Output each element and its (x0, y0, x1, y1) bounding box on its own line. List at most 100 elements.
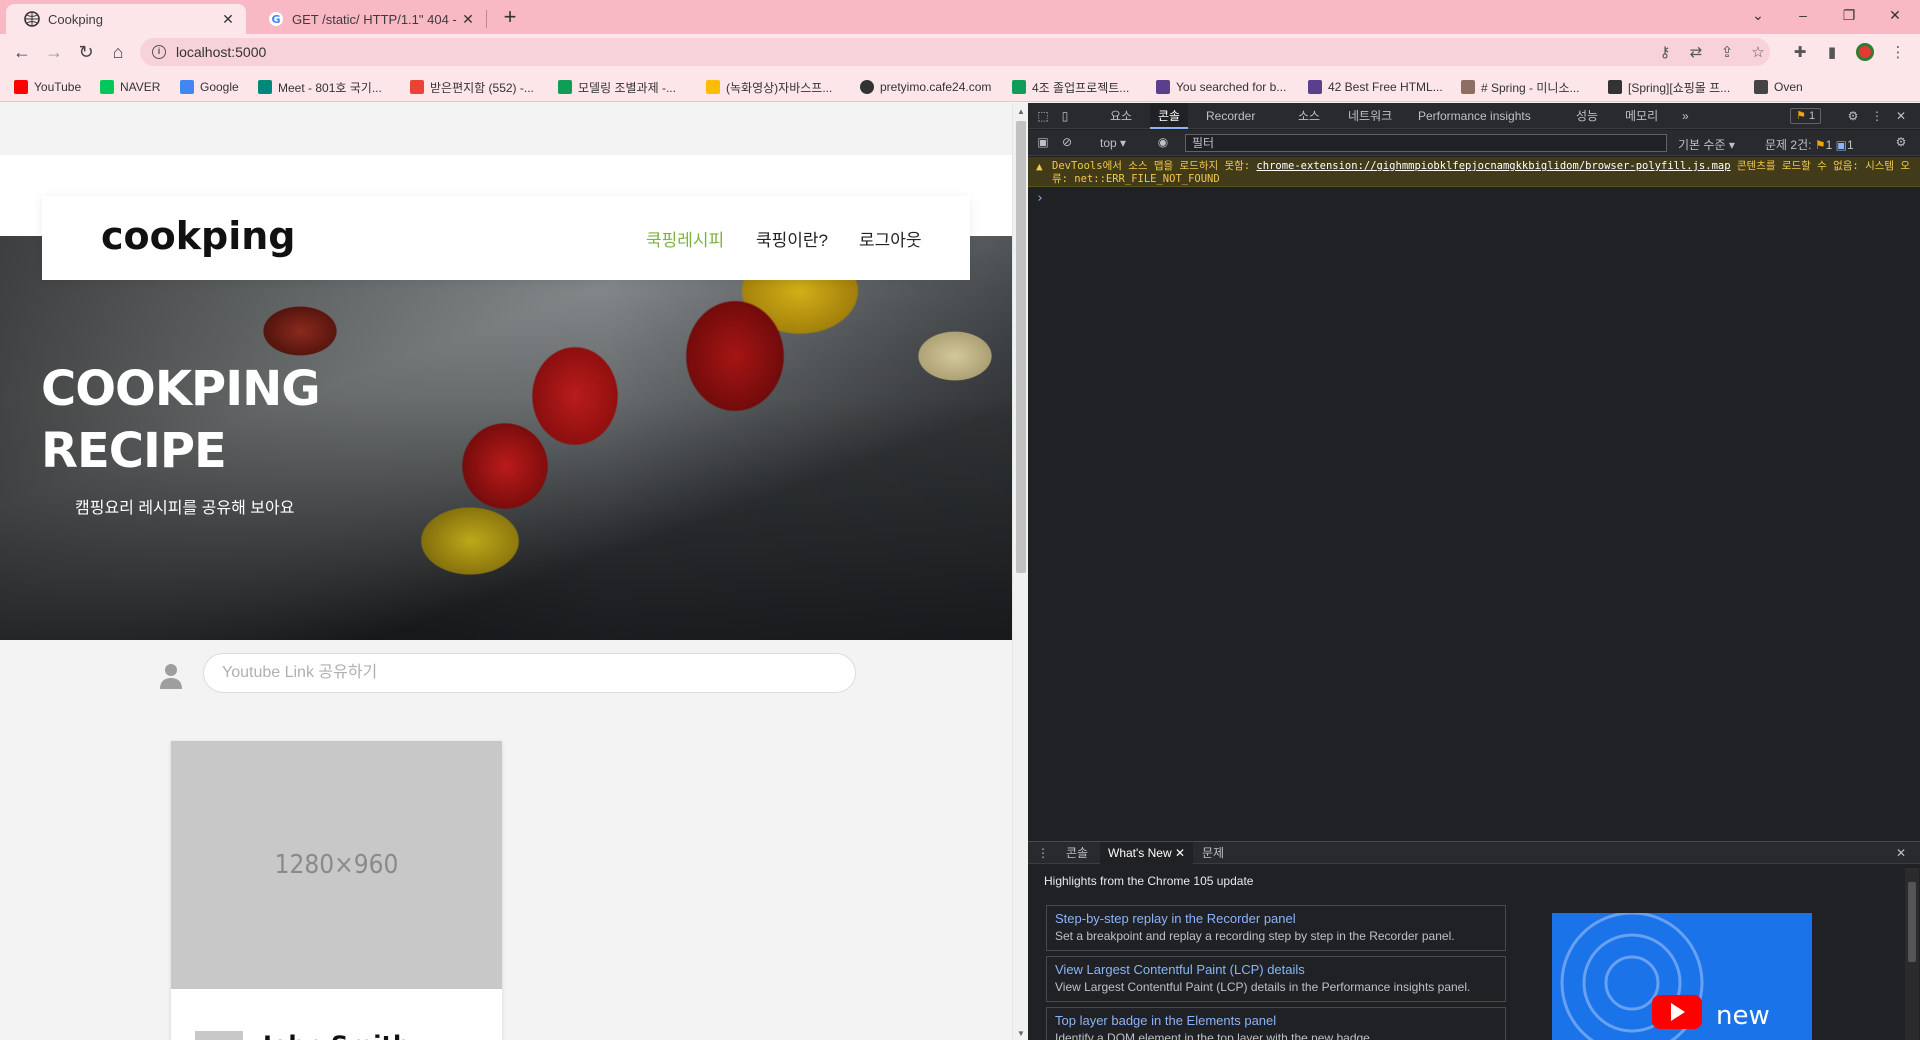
whats-new-video-thumbnail[interactable]: new (1552, 913, 1812, 1040)
console-warning-message: ▲ DevTools에서 소스 맵을 로드하지 못함: chrome-exten… (1028, 157, 1920, 187)
console-prompt[interactable]: › (1036, 191, 1044, 206)
recipe-card[interactable]: 1280×960 John Smith (171, 741, 502, 1040)
feature-title[interactable]: View Largest Contentful Paint (LCP) deta… (1055, 962, 1497, 977)
close-tab-icon[interactable]: ✕ (1175, 846, 1185, 860)
devtools-tab-network[interactable]: 네트워크 (1348, 103, 1392, 129)
translate-icon[interactable]: ⇄ (1686, 42, 1706, 62)
page-scrollbar[interactable]: ▲ ▼ (1012, 103, 1028, 1040)
feature-card[interactable]: Top layer badge in the Elements panel Id… (1046, 1007, 1506, 1040)
tab-title: GET /static/ HTTP/1.1" 404 - Go (292, 11, 460, 27)
source-map-link[interactable]: chrome-extension://gighmmpiobklfepjocnam… (1256, 160, 1730, 172)
window-close-icon[interactable]: ✕ (1872, 0, 1918, 30)
youtube-link-input[interactable] (203, 653, 856, 693)
scroll-down-arrow-icon[interactable]: ▼ (1017, 1029, 1025, 1038)
address-bar[interactable]: i localhost:5000 (140, 38, 1770, 66)
devtools-tab-elements[interactable]: 요소 (1110, 103, 1132, 129)
bookmark-gmail[interactable]: 받은편지함 (552) -... (410, 78, 534, 96)
image-size-placeholder: 1280×960 (274, 850, 399, 880)
nav-about-cookping[interactable]: 쿡핑이란? (756, 226, 828, 251)
drawer-tab-console[interactable]: 콘솔 (1066, 842, 1088, 864)
bookmark-pretyimo[interactable]: pretyimo.cafe24.com (860, 78, 991, 96)
console-filter-input[interactable]: 필터 (1185, 134, 1667, 152)
warning-text-prefix: DevTools에서 소스 맵을 로드하지 못함: (1052, 160, 1257, 172)
key-icon[interactable]: ⚷ (1655, 42, 1675, 62)
issues-badge[interactable]: ⚑ 1 (1790, 108, 1822, 124)
tab-search-chevron-icon[interactable]: ⌄ (1735, 0, 1781, 30)
devtools-tab-recorder[interactable]: Recorder (1206, 103, 1255, 129)
device-toolbar-icon[interactable]: ▯ (1058, 109, 1072, 123)
bookmark-sheets[interactable]: 모델링 조별과제 -... (558, 78, 676, 96)
naver-icon (100, 80, 114, 94)
issues-counter-label: 문제 2건: (1765, 138, 1812, 152)
log-level-selector-value: 기본 수준 (1678, 138, 1726, 152)
side-panel-icon[interactable]: ▮ (1822, 42, 1842, 62)
menu-kebab-icon[interactable]: ⋮ (1888, 42, 1908, 62)
bookmark-search[interactable]: You searched for b... (1156, 78, 1286, 96)
drawer-scrollbar-thumb[interactable] (1908, 882, 1916, 962)
restore-icon[interactable]: ❐ (1826, 0, 1872, 30)
inspect-element-icon[interactable]: ⬚ (1036, 109, 1050, 123)
page-scrollbar-thumb[interactable] (1016, 121, 1026, 573)
scroll-up-arrow-icon[interactable]: ▲ (1017, 107, 1025, 116)
info-message-icon: ▣ (1835, 138, 1847, 152)
bookmark-star-icon[interactable]: ☆ (1748, 42, 1768, 62)
forward-arrow-icon[interactable]: → (40, 38, 68, 66)
more-tabs-chevron-icon[interactable]: » (1682, 103, 1689, 129)
bookmark-shop[interactable]: [Spring][쇼핑몰 프... (1608, 78, 1730, 96)
sidebar-toggle-icon[interactable]: ▣ (1036, 135, 1050, 149)
browser-tab-cookping[interactable]: Cookping ✕ (6, 4, 246, 34)
site-icon (1461, 80, 1475, 94)
drive-icon (706, 80, 720, 94)
devtools-tab-performance-insights[interactable]: Performance insights (1418, 103, 1531, 129)
bookmark-youtube[interactable]: YouTube (14, 78, 81, 96)
drawer-tab-issues[interactable]: 문제 (1202, 842, 1224, 864)
feature-title[interactable]: Step-by-step replay in the Recorder pane… (1055, 911, 1497, 926)
devtools-tab-memory[interactable]: 메모리 (1625, 103, 1658, 129)
log-level-selector[interactable]: 기본 수준 ▾ (1678, 136, 1735, 153)
back-arrow-icon[interactable]: ← (8, 38, 36, 66)
site-icon (1308, 80, 1322, 94)
bookmark-drive[interactable]: (녹화영상)자바스프... (706, 78, 832, 96)
extensions-puzzle-icon[interactable]: ✚ (1790, 42, 1810, 62)
bookmark-project[interactable]: 4조 졸업프로젝트... (1012, 78, 1129, 96)
browser-tab-go[interactable]: G GET /static/ HTTP/1.1" 404 - Go ✕ (250, 4, 486, 34)
live-expression-eye-icon[interactable]: ◉ (1156, 135, 1170, 149)
feature-card[interactable]: View Largest Contentful Paint (LCP) deta… (1046, 956, 1506, 1002)
bookmark-html[interactable]: 42 Best Free HTML... (1308, 78, 1443, 96)
devtools-tab-performance[interactable]: 성능 (1576, 103, 1598, 129)
bookmark-oven[interactable]: Oven (1754, 78, 1803, 96)
bookmark-meet[interactable]: Meet - 801호 국기... (258, 78, 382, 96)
profile-avatar-icon[interactable] (1855, 42, 1875, 62)
context-selector[interactable]: top ▾ (1100, 136, 1126, 150)
devtools-tab-sources[interactable]: 소스 (1298, 103, 1320, 129)
drawer-scrollbar[interactable] (1905, 868, 1919, 1040)
settings-gear-icon[interactable]: ⚙ (1846, 109, 1860, 123)
feature-desc: View Largest Contentful Paint (LCP) deta… (1055, 980, 1471, 994)
clear-console-icon[interactable]: ⊘ (1060, 135, 1074, 149)
site-info-icon[interactable]: i (152, 45, 166, 59)
home-icon[interactable]: ⌂ (104, 38, 132, 66)
youtube-icon (14, 80, 28, 94)
reload-icon[interactable]: ↻ (72, 38, 100, 66)
devtools-tab-console[interactable]: 콘솔 (1150, 103, 1189, 129)
bookmark-spring[interactable]: # Spring - 미니소... (1461, 78, 1579, 96)
bookmark-naver[interactable]: NAVER (100, 78, 160, 96)
close-tab-icon[interactable]: ✕ (460, 11, 476, 27)
feature-title[interactable]: Top layer badge in the Elements panel (1055, 1013, 1497, 1028)
drawer-close-icon[interactable]: ✕ (1894, 846, 1908, 860)
bookmark-google[interactable]: Google (180, 78, 239, 96)
share-icon[interactable]: ⇪ (1717, 42, 1737, 62)
drawer-tab-whats-new[interactable]: What's New ✕ (1100, 842, 1194, 864)
nav-logout[interactable]: 로그아웃 (859, 226, 922, 251)
brand-logo[interactable]: cookping (101, 214, 296, 258)
devtools-menu-kebab-icon[interactable]: ⋮ (1870, 109, 1884, 123)
issues-counter[interactable]: 문제 2건: ⚑1 ▣1 (1765, 136, 1854, 153)
devtools-close-icon[interactable]: ✕ (1894, 109, 1908, 123)
drawer-menu-kebab-icon[interactable]: ⋮ (1036, 846, 1050, 860)
console-settings-gear-icon[interactable]: ⚙ (1894, 135, 1908, 149)
nav-cookping-recipe[interactable]: 쿡핑레시피 (646, 226, 724, 251)
minimize-icon[interactable]: – (1780, 0, 1826, 30)
feature-card[interactable]: Step-by-step replay in the Recorder pane… (1046, 905, 1506, 951)
close-tab-icon[interactable]: ✕ (220, 11, 236, 27)
new-tab-plus-icon[interactable]: + (497, 5, 523, 31)
